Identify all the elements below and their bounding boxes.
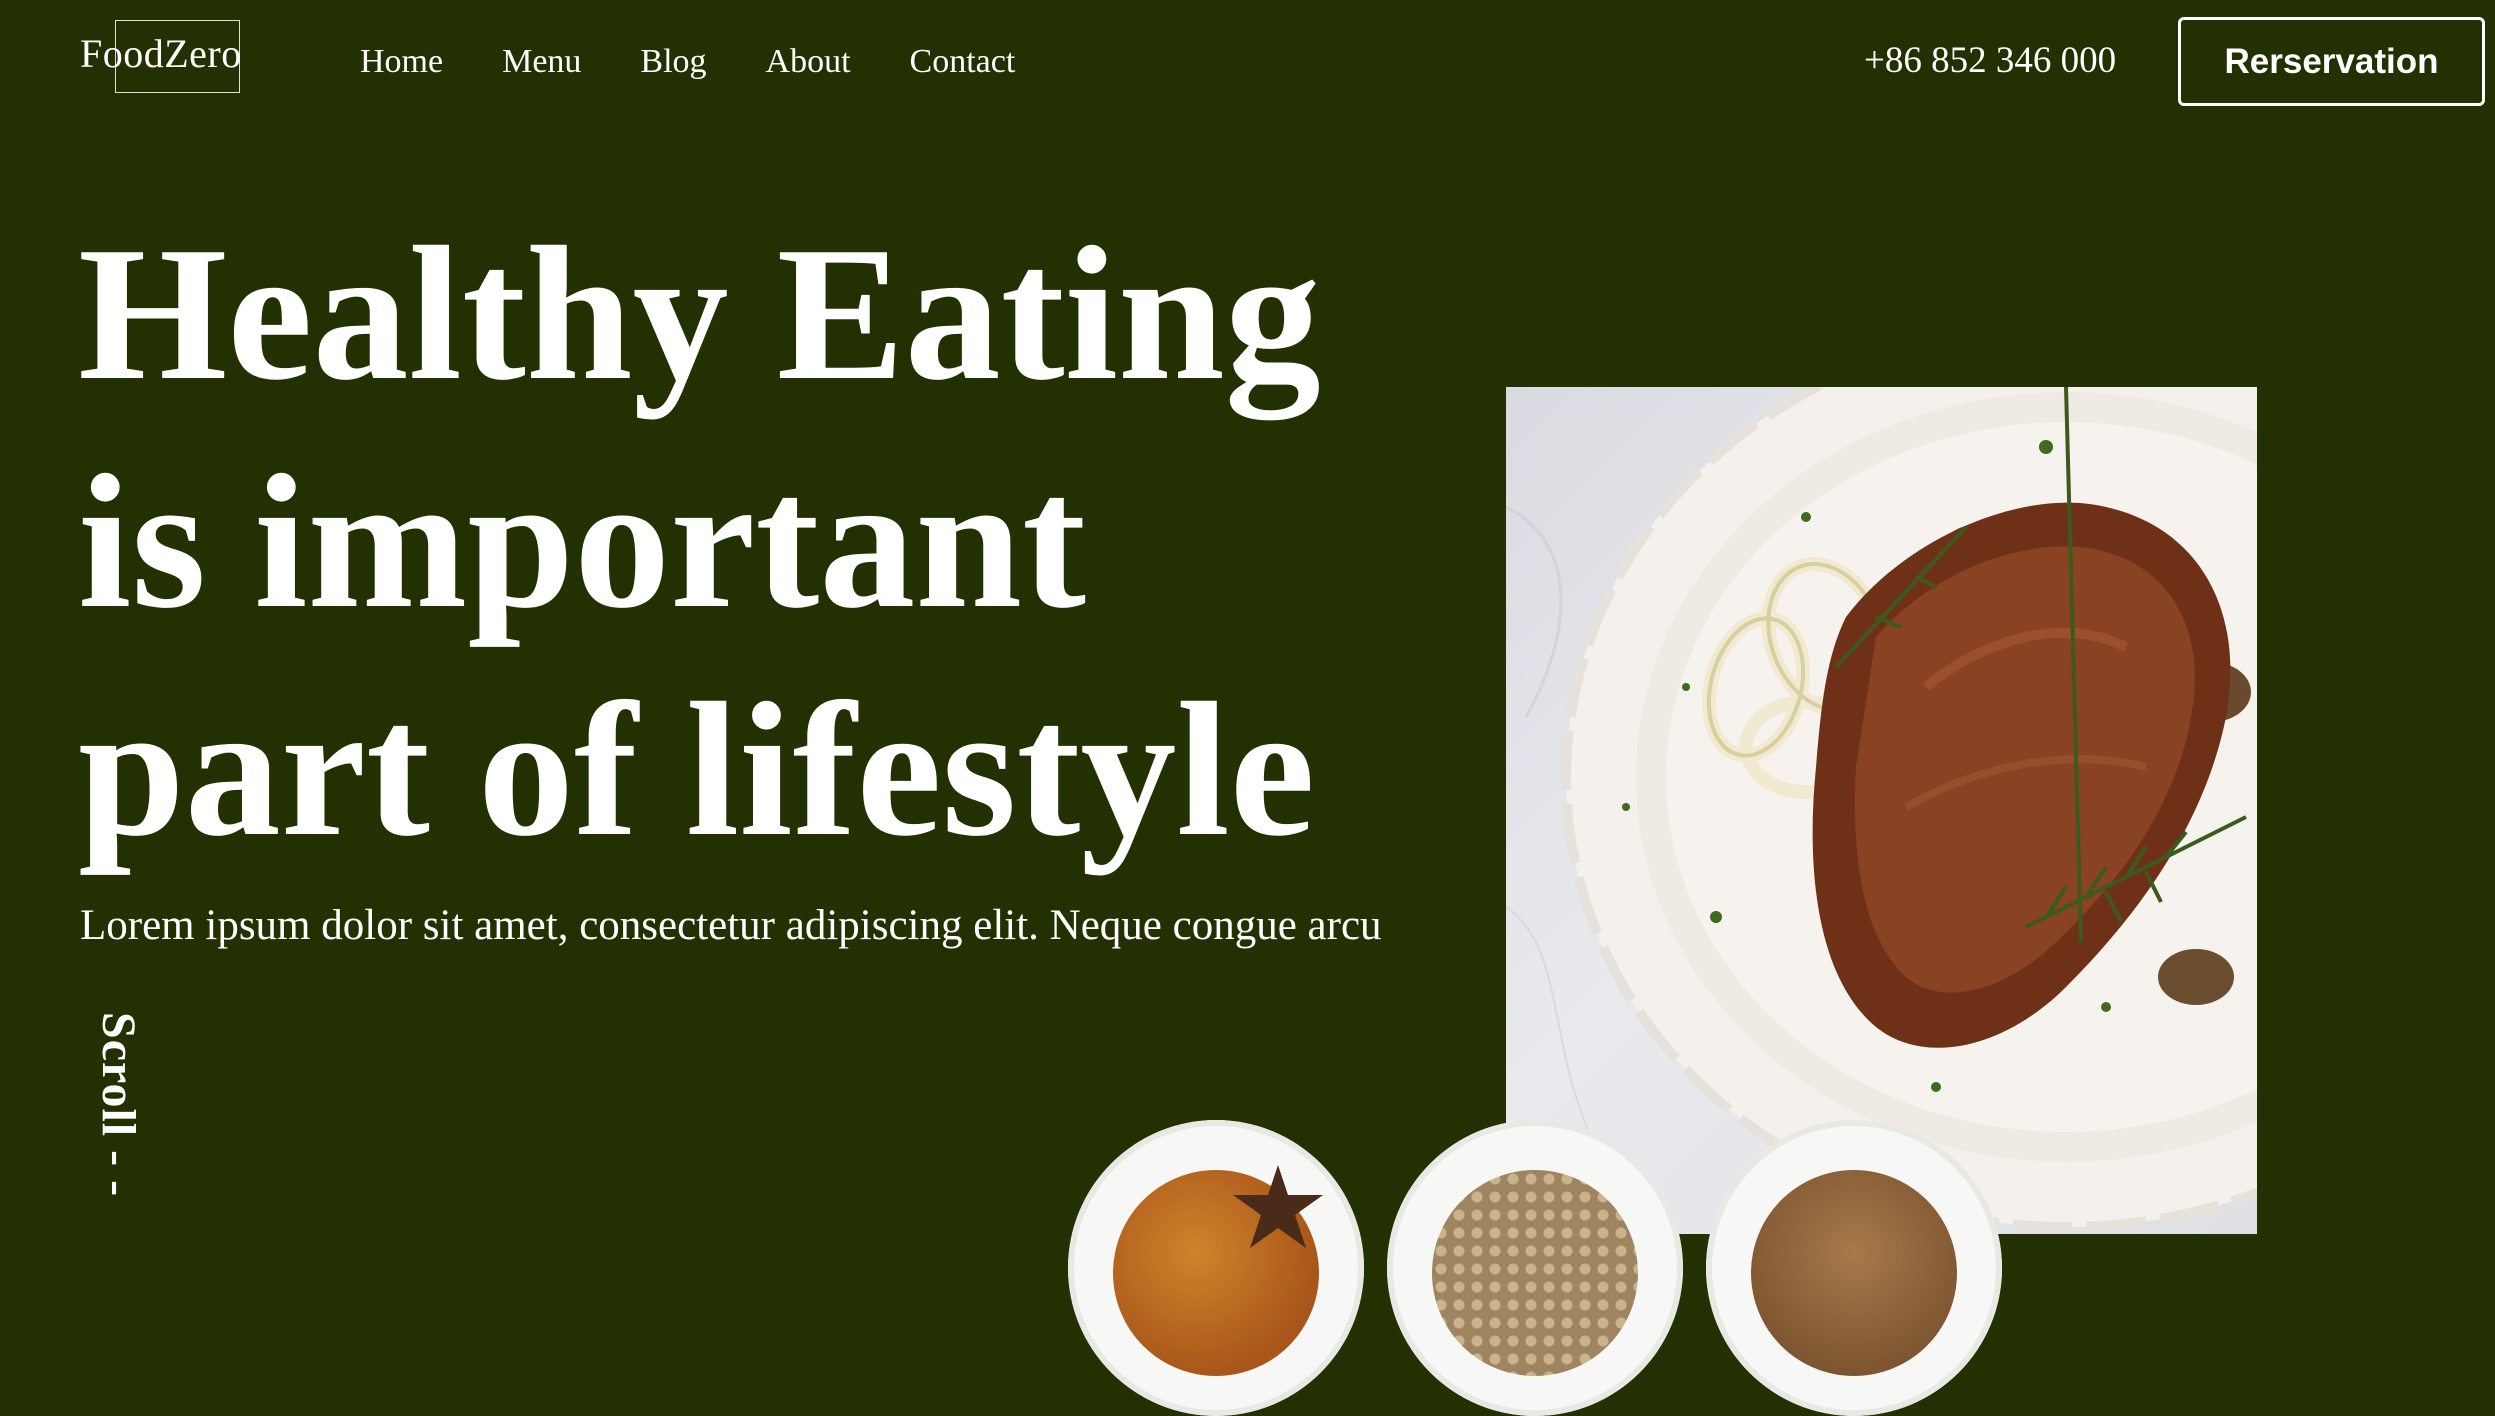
phone-number[interactable]: +86 852 346 000 [1864,40,2116,82]
steak-plate-photo [1506,387,2257,1234]
scroll-indicator[interactable]: Scroll - - [92,1012,145,1197]
paprika-star-anise-bowl [1068,1120,1364,1416]
logo[interactable]: FoodZero [80,30,242,78]
nav-item-about[interactable]: About [766,42,851,82]
hero-title-line: Healthy Eating [78,207,1321,420]
hero-title-line: is important [78,435,1086,648]
nav-item-menu[interactable]: Menu [502,42,581,82]
hero-title-line: part of lifestyle [78,663,1315,876]
nav-item-contact[interactable]: Contact [910,42,1016,82]
nav-item-home[interactable]: Home [360,42,443,82]
ground-spice-bowl [1706,1120,2002,1416]
hero-subtitle: Lorem ipsum dolor sit amet, consectetur … [80,902,1382,949]
main-nav: Home Menu Blog About Contact [360,42,1074,82]
peppercorn-bowl [1387,1120,1683,1416]
peppercorns [1432,1170,1638,1376]
ground-spice [1751,1170,1957,1376]
steak-plate-illustration [1506,387,2257,1232]
star-anise [1233,1165,1323,1248]
nav-item-blog[interactable]: Blog [640,42,706,82]
reservation-button[interactable]: Rerservation [2178,17,2485,106]
hero-title: Healthy Eating is important part of life… [78,200,1321,884]
